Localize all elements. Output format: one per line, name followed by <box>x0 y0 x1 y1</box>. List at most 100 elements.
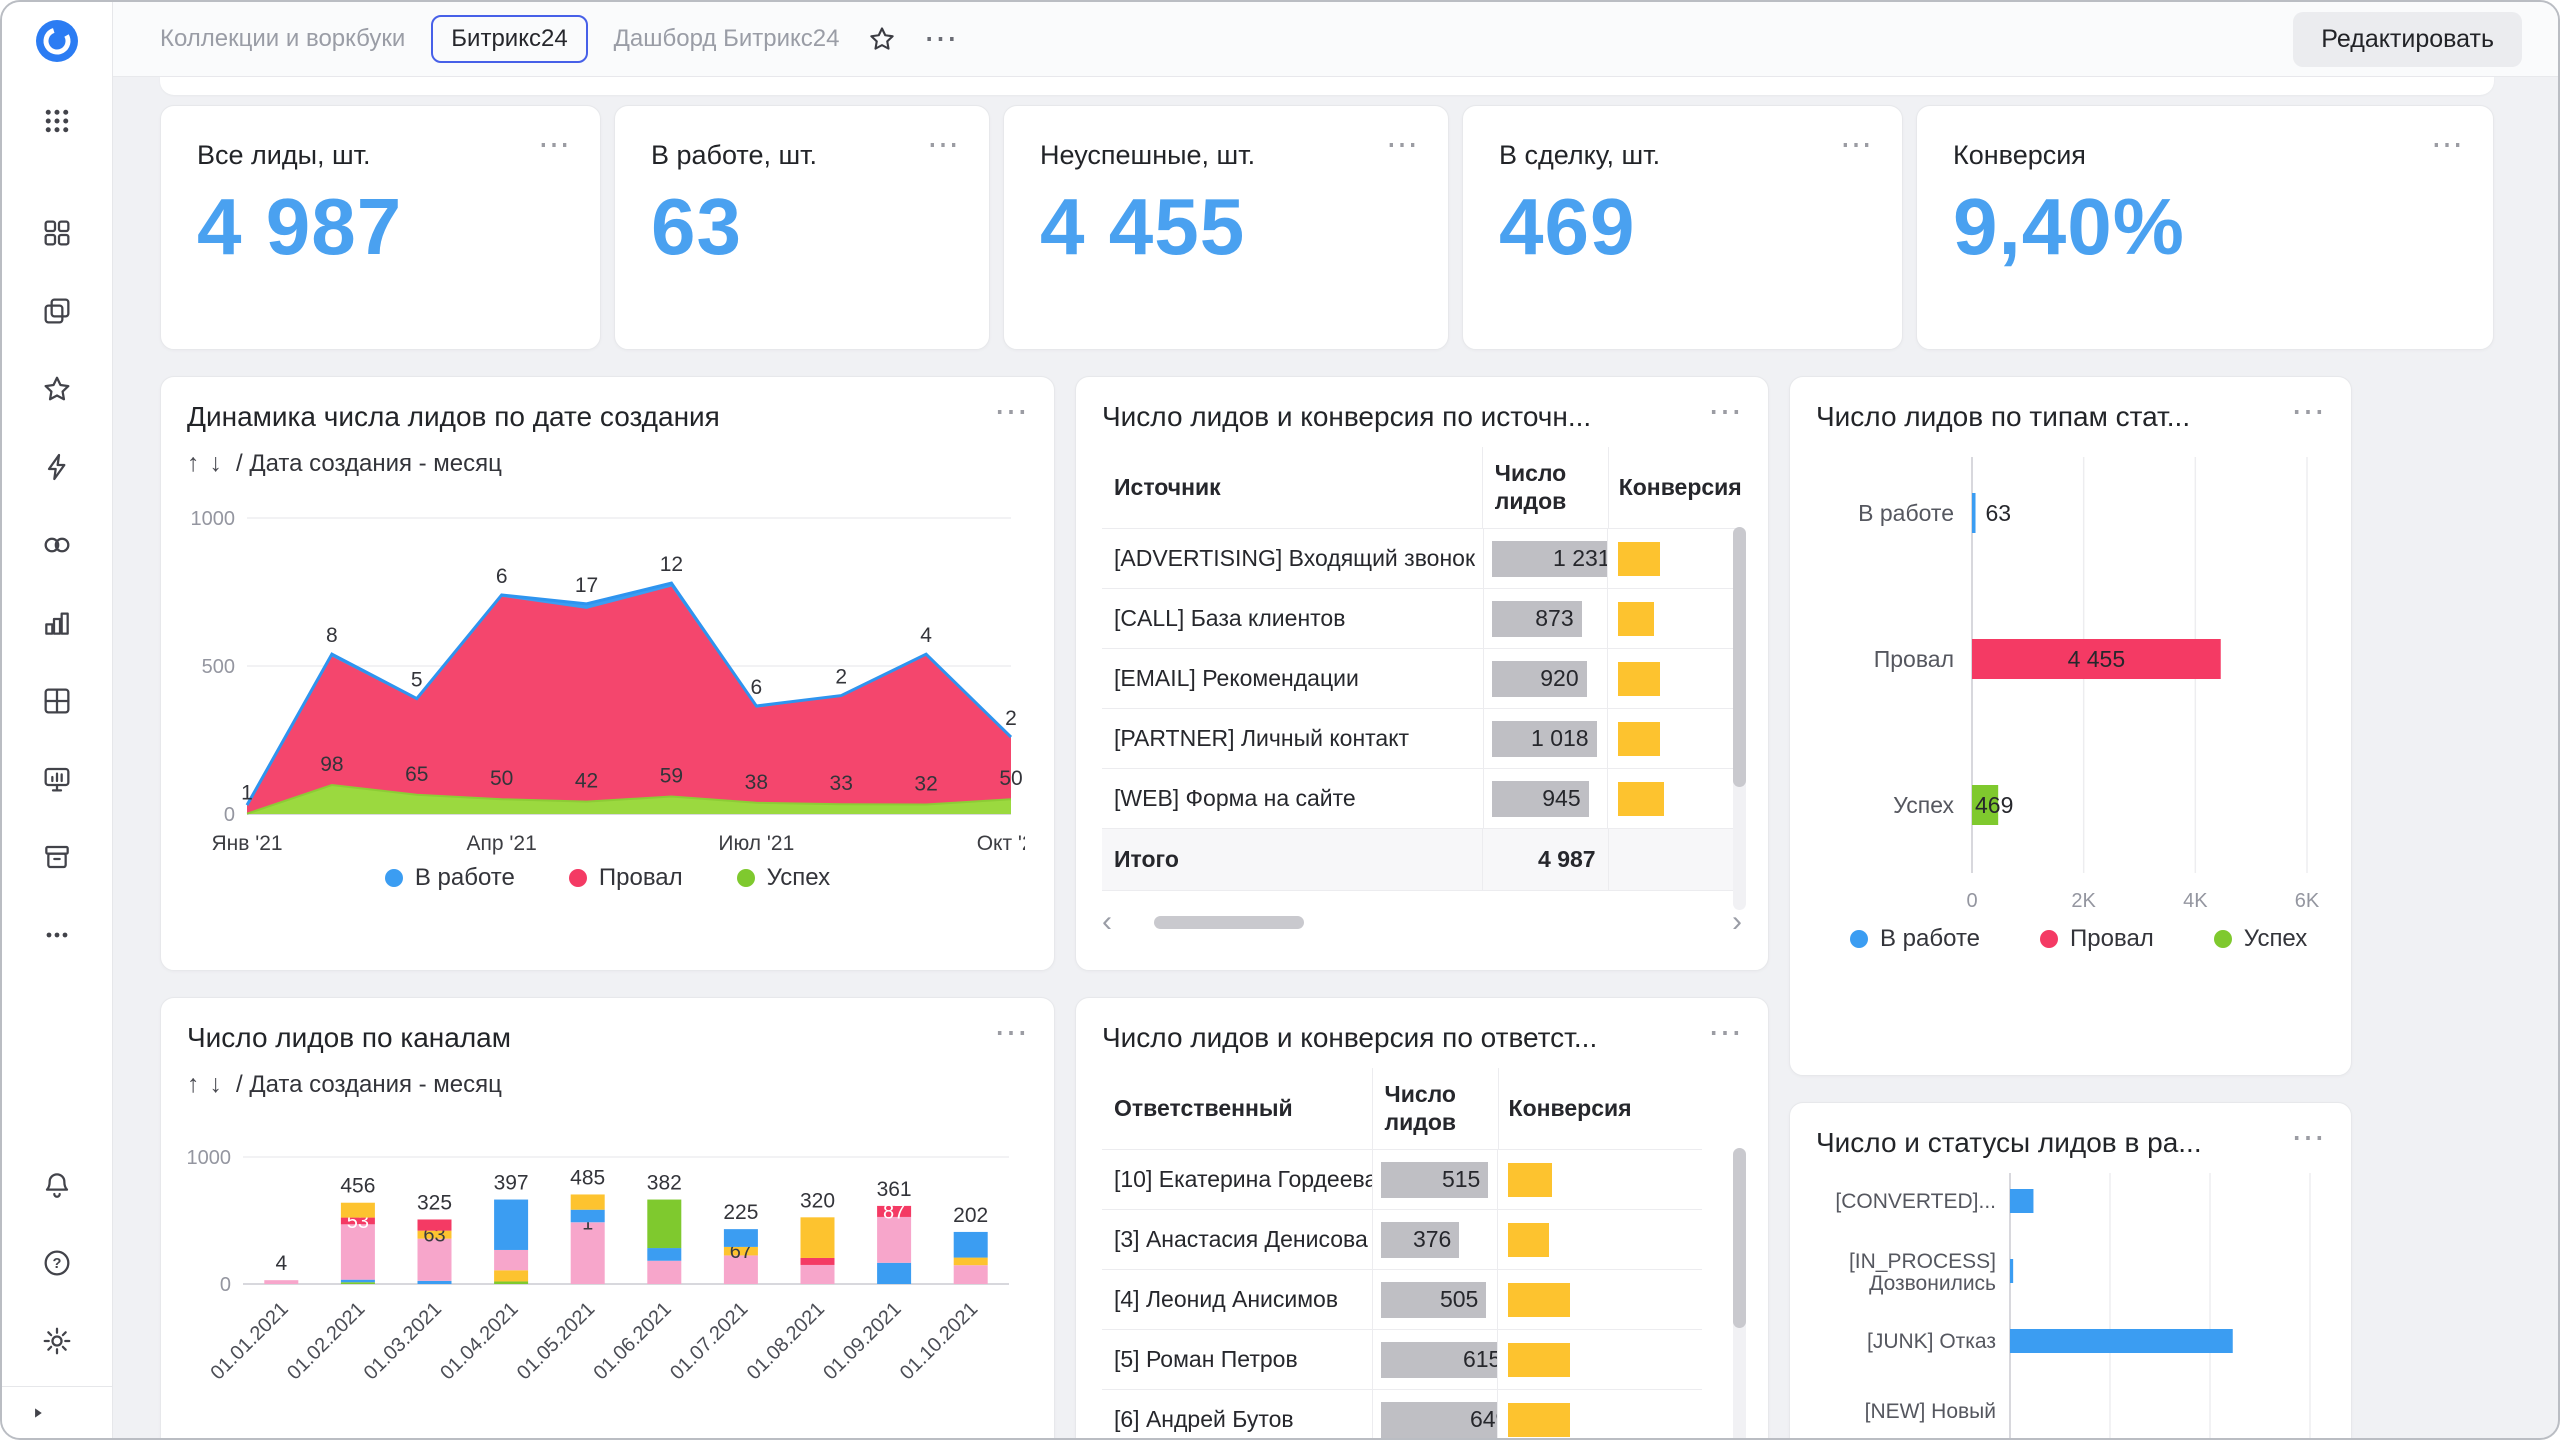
scroll-left-icon[interactable]: ‹ <box>1102 907 1112 937</box>
workbook-chip[interactable]: Битрикс24 <box>431 15 587 63</box>
card-menu-icon[interactable]: ⋯ <box>2291 401 2325 423</box>
dashboards-monitor-icon[interactable] <box>23 750 91 808</box>
collections-icon[interactable] <box>23 204 91 262</box>
more-icon[interactable] <box>23 906 91 964</box>
svg-text:59: 59 <box>660 765 683 788</box>
vertical-scrollbar[interactable] <box>1733 1148 1746 1440</box>
apps-grid-icon[interactable] <box>23 92 91 150</box>
svg-text:4 455: 4 455 <box>2068 646 2126 672</box>
svg-text:01.04.2021: 01.04.2021 <box>436 1298 522 1384</box>
settings-gear-icon[interactable] <box>23 1312 91 1370</box>
topbar: Коллекции и воркбуки Битрикс24 Дашборд Б… <box>113 2 2558 77</box>
legend-item[interactable]: Провал <box>2040 925 2154 953</box>
projects-box-icon[interactable] <box>23 828 91 886</box>
status-types-bar-chart[interactable]: 02K4K6K63В работе4 455Провал469Успех <box>1790 433 2351 921</box>
sort-asc-icon[interactable]: ↑ <box>187 1070 200 1099</box>
kpi-menu-icon[interactable]: ⋯ <box>1840 128 1872 160</box>
edit-button[interactable]: Редактировать <box>2293 12 2522 67</box>
svg-text:50: 50 <box>999 767 1022 790</box>
help-icon[interactable]: ? <box>23 1234 91 1292</box>
table-row[interactable]: [CALL] База клиентов873 <box>1102 589 1742 649</box>
responsible-table[interactable]: ОтветственныйЧисло лидовКонверсия[10] Ек… <box>1076 1054 1768 1440</box>
card-menu-icon[interactable]: ⋯ <box>2291 1127 2325 1149</box>
breadcrumb[interactable]: Коллекции и воркбуки <box>160 25 405 53</box>
editor-lightning-icon[interactable] <box>23 438 91 496</box>
value-bar: 1 231 <box>1492 541 1608 577</box>
sort-asc-icon[interactable]: ↑ <box>187 449 200 478</box>
table-row[interactable]: [3] Анастасия Денисова376 <box>1102 1210 1702 1270</box>
workbooks-icon[interactable] <box>23 282 91 340</box>
leads-dynamics-area-chart[interactable]: 05001000Янв '21Апр '21Июл '21Окт '218561… <box>161 478 1054 860</box>
lead-statuses-bar-chart[interactable]: [CONVERTED]...[IN_PROCESS]Дозвонились[JU… <box>1790 1159 2351 1440</box>
svg-text:361: 361 <box>877 1178 912 1201</box>
legend-item[interactable]: Успех <box>2214 925 2307 953</box>
legend-item[interactable]: В работе <box>385 864 515 892</box>
sort-desc-icon[interactable]: ↓ <box>210 1070 223 1099</box>
sources-table[interactable]: ИсточникЧисло лидовКонверсия[ADVERTISING… <box>1076 433 1768 891</box>
legend-item[interactable]: Провал <box>569 864 683 892</box>
sort-field-label: / Дата создания - месяц <box>236 1071 502 1099</box>
header-more-icon[interactable]: ⋯ <box>923 22 957 56</box>
conversion-bar <box>1508 1223 1549 1257</box>
collapse-sidebar-button[interactable] <box>2 1386 112 1438</box>
datalens-logo[interactable] <box>34 18 80 64</box>
total-value-cell: 4 987 <box>1482 829 1607 890</box>
kpi-card: ⋯В сделку, шт.469 <box>1462 105 1903 350</box>
card-menu-icon[interactable]: ⋯ <box>1708 1022 1742 1044</box>
notifications-bell-icon[interactable] <box>23 1156 91 1214</box>
sort-desc-icon[interactable]: ↓ <box>210 449 223 478</box>
legend-label: Успех <box>767 864 830 892</box>
kpi-menu-icon[interactable]: ⋯ <box>2431 128 2463 160</box>
favorites-star-icon[interactable] <box>23 360 91 418</box>
conversion-cell <box>1497 1270 1702 1329</box>
kpi-menu-icon[interactable]: ⋯ <box>538 128 570 160</box>
sort-row: ↑ ↓ / Дата создания - месяц <box>161 1054 1054 1099</box>
svg-text:[NEW] Новый: [NEW] Новый <box>1865 1400 1996 1423</box>
table-row[interactable]: [5] Роман Петров615 <box>1102 1330 1702 1390</box>
table-row[interactable]: [PARTNER] Личный контакт1 018 <box>1102 709 1742 769</box>
favorite-star-icon[interactable] <box>867 24 897 54</box>
tables-icon[interactable] <box>23 672 91 730</box>
card-title: Число лидов по типам стат... <box>1816 401 2190 433</box>
legend-label: В работе <box>415 864 515 892</box>
sort-row: ↑↓/ Дата создания - месяц <box>161 433 1054 478</box>
kpi-menu-icon[interactable]: ⋯ <box>1386 128 1418 160</box>
table-row[interactable]: [EMAIL] Рекомендации920 <box>1102 649 1742 709</box>
table-row[interactable]: [4] Леонид Анисимов505 <box>1102 1270 1702 1330</box>
row-name-cell: [4] Леонид Анисимов <box>1102 1270 1372 1329</box>
card-leads-by-channel: Число лидов по каналам ⋯ ↑ ↓ / Дата создани… <box>160 997 1055 1440</box>
table-row[interactable]: [ADVERTISING] Входящий звонок1 231 <box>1102 529 1742 589</box>
scroll-right-icon[interactable]: › <box>1732 907 1742 937</box>
svg-text:42: 42 <box>575 770 598 793</box>
kpi-label: Неуспешные, шт. <box>1040 140 1412 171</box>
scroll-thumb[interactable] <box>1733 1148 1746 1328</box>
charts-icon[interactable] <box>23 594 91 652</box>
card-menu-icon[interactable]: ⋯ <box>994 1022 1028 1044</box>
legend-item[interactable]: В работе <box>1850 925 1980 953</box>
connections-icon[interactable] <box>23 516 91 574</box>
scroll-thumb[interactable] <box>1154 916 1304 929</box>
card-menu-icon[interactable]: ⋯ <box>994 401 1028 423</box>
row-name-cell: [WEB] Форма на сайте <box>1102 769 1483 828</box>
leads-by-channel-stacked-bar-chart[interactable]: 10000401.01.20215345601.02.20216332501.0… <box>161 1099 1054 1439</box>
card-menu-icon[interactable]: ⋯ <box>1708 401 1742 423</box>
kpi-menu-icon[interactable]: ⋯ <box>927 128 959 160</box>
svg-text:01.01.2021: 01.01.2021 <box>206 1298 292 1384</box>
table-row[interactable]: [6] Андрей Бутов649 <box>1102 1390 1702 1440</box>
svg-text:17: 17 <box>575 574 598 597</box>
horizontal-scrollbar[interactable]: ‹› <box>1102 907 1742 937</box>
svg-text:6K: 6K <box>2295 890 2320 912</box>
svg-text:01.10.2021: 01.10.2021 <box>896 1298 982 1384</box>
leads-count-cell: 505 <box>1372 1270 1497 1329</box>
vertical-scrollbar[interactable] <box>1733 527 1746 910</box>
legend-item[interactable]: Успех <box>737 864 830 892</box>
scroll-thumb[interactable] <box>1733 527 1746 787</box>
card-title: Число лидов по каналам <box>187 1022 511 1054</box>
dashboard-breadcrumb[interactable]: Дашборд Битрикс24 <box>614 25 840 53</box>
kpi-value: 4 455 <box>1040 181 1412 273</box>
table-row[interactable]: [WEB] Форма на сайте945 <box>1102 769 1742 829</box>
table-row[interactable]: [10] Екатерина Гордеева515 <box>1102 1150 1702 1210</box>
kpi-card: ⋯Конверсия9,40% <box>1916 105 2494 350</box>
svg-text:38: 38 <box>745 771 768 794</box>
legend-dot <box>569 869 587 887</box>
